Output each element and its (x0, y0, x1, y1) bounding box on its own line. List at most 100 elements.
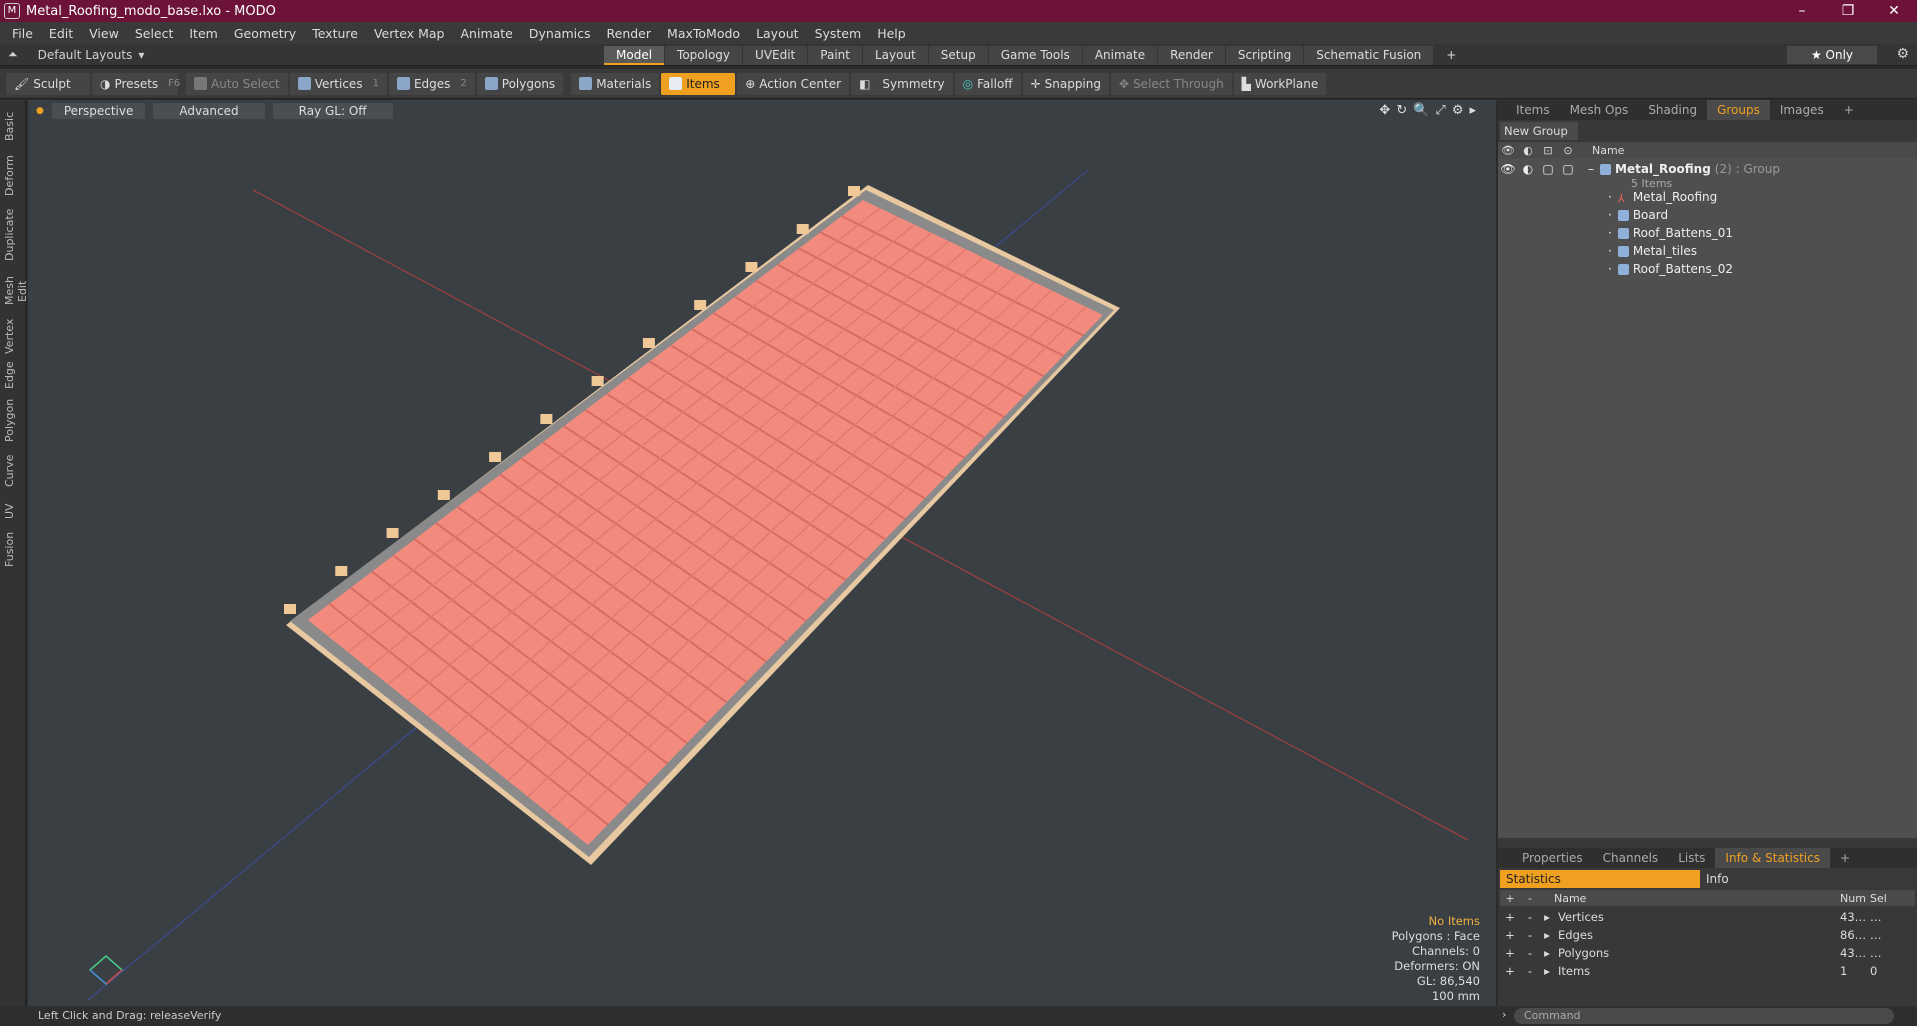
new-group-button[interactable]: New Group (1500, 122, 1578, 140)
remove-icon[interactable]: - (1520, 946, 1540, 960)
menu-item-maxtomodo[interactable]: MaxToModo (659, 26, 748, 41)
tab-game-tools[interactable]: Game Tools (988, 45, 1082, 65)
tab-render[interactable]: Render (1158, 45, 1225, 65)
menu-item-file[interactable]: File (4, 26, 41, 41)
panel-tab-add[interactable]: + (1834, 100, 1864, 120)
panel-tab-groups[interactable]: Groups (1707, 100, 1770, 120)
panel-tab-images[interactable]: Images (1770, 100, 1834, 120)
panel-tab-shading[interactable]: Shading (1638, 100, 1707, 120)
symmetry-button[interactable]: ◧ Symmetry (851, 72, 953, 95)
add-icon[interactable]: + (1500, 946, 1520, 960)
add-icon[interactable]: + (1500, 910, 1520, 924)
tab-animate[interactable]: Animate (1082, 45, 1158, 65)
fit-icon[interactable]: ⤢ (1435, 103, 1445, 118)
menu-item-system[interactable]: System (807, 26, 870, 41)
items-button[interactable]: Items (661, 72, 736, 95)
left-tab-uv[interactable]: UV (3, 498, 23, 524)
stats-row[interactable]: + - ▸ Vertices 43…… (1500, 908, 1915, 926)
tab-setup[interactable]: Setup (928, 45, 988, 65)
panel-tab-items[interactable]: Items (1506, 100, 1560, 120)
left-tab-vertex[interactable]: Vertex (3, 318, 23, 354)
menu-item-view[interactable]: View (81, 26, 127, 41)
tab-schematic-fusion[interactable]: Schematic Fusion (1304, 45, 1434, 65)
close-icon[interactable]: ✕ (1871, 0, 1917, 22)
raygl-button[interactable]: Ray GL: Off (272, 103, 393, 119)
tab-topology[interactable]: Topology (665, 45, 743, 65)
expand-arrow-icon[interactable]: ▸ (1540, 946, 1554, 960)
tab-model[interactable]: Model (604, 45, 665, 65)
menu-item-select[interactable]: Select (127, 26, 182, 41)
left-tab-mesh-edit[interactable]: Mesh Edit (3, 266, 29, 316)
workplane-button[interactable]: ▙ WorkPlane (1233, 72, 1327, 95)
minimize-icon[interactable]: – (1779, 0, 1825, 22)
left-tab-basic[interactable]: Basic (3, 106, 23, 146)
group-child-row[interactable]: · Roof_Battens_01 (1498, 224, 1917, 242)
group-child-row[interactable]: · Metal_tiles (1498, 242, 1917, 260)
roof-model[interactable] (284, 185, 1120, 865)
group-child-row[interactable]: · Roof_Battens_02 (1498, 260, 1917, 278)
left-tab-edge[interactable]: Edge (3, 356, 23, 394)
menu-item-item[interactable]: Item (181, 26, 225, 41)
stats-row[interactable]: + - ▸ Polygons 43…… (1500, 944, 1915, 962)
action-center-button[interactable]: ⊕ Action Center (737, 72, 850, 95)
menu-item-edit[interactable]: Edit (41, 26, 81, 41)
viewport-expand-icon[interactable]: ▸ (1469, 103, 1476, 118)
bottom-tab-properties[interactable]: Properties (1512, 848, 1593, 868)
viewport-menu-icon[interactable]: ● (36, 106, 44, 116)
layout-selector[interactable]: ⏶ Default Layouts ▾ (8, 47, 144, 62)
zoom-icon[interactable]: 🔍 (1413, 103, 1429, 118)
maximize-icon[interactable]: ❐ (1825, 0, 1871, 22)
tab-paint[interactable]: Paint (808, 45, 862, 65)
perspective-button[interactable]: Perspective (51, 103, 146, 119)
statistics-tab[interactable]: Statistics (1500, 870, 1700, 888)
tab-layout[interactable]: Layout (862, 45, 928, 65)
menu-item-layout[interactable]: Layout (748, 26, 807, 41)
only-button[interactable]: ★ Only (1787, 46, 1877, 64)
select-through-button[interactable]: ✥ Select Through (1111, 72, 1232, 95)
command-input[interactable]: Command (1514, 1008, 1894, 1024)
viewport-canvas[interactable] (28, 100, 1496, 1006)
falloff-button[interactable]: ◎ Falloff (954, 72, 1021, 95)
menu-item-help[interactable]: Help (869, 26, 914, 41)
group-child-row[interactable]: · Board (1498, 206, 1917, 224)
bottom-tab-[interactable]: + (1830, 848, 1860, 868)
shading-button[interactable]: Advanced (153, 103, 265, 119)
left-tab-deform[interactable]: Deform (3, 148, 23, 204)
menu-item-texture[interactable]: Texture (304, 26, 366, 41)
pan-icon[interactable]: ✥ (1379, 103, 1390, 118)
menu-item-dynamics[interactable]: Dynamics (521, 26, 599, 41)
edges-button[interactable]: Edges 2 (388, 72, 475, 95)
group-child-row[interactable]: · ⅄ Metal_Roofing (1498, 188, 1917, 206)
expand-arrow-icon[interactable]: ▸ (1540, 910, 1554, 924)
left-tab-curve[interactable]: Curve (3, 446, 23, 496)
remove-icon[interactable]: - (1520, 928, 1540, 942)
left-tab-polygon[interactable]: Polygon (3, 396, 23, 444)
collapse-arrow-icon[interactable]: ⏶ (8, 47, 18, 62)
vertices-button[interactable]: Vertices 1 (289, 72, 387, 95)
add-icon[interactable]: + (1500, 964, 1520, 978)
left-tab-fusion[interactable]: Fusion (3, 526, 23, 572)
add-icon[interactable]: + (1500, 928, 1520, 942)
menu-item-geometry[interactable]: Geometry (226, 26, 304, 41)
gear-icon[interactable]: ⚙ (1896, 46, 1909, 62)
stats-row[interactable]: + - ▸ Edges 86…… (1500, 926, 1915, 944)
sculpt-button[interactable]: 🖌 Sculpt (6, 72, 90, 95)
menu-item-vertex-map[interactable]: Vertex Map (366, 26, 453, 41)
bottom-tab-lists[interactable]: Lists (1668, 848, 1715, 868)
panel-tab-mesh-ops[interactable]: Mesh Ops (1560, 100, 1639, 120)
tab-scripting[interactable]: Scripting (1225, 45, 1304, 65)
left-tab-duplicate[interactable]: Duplicate (3, 206, 23, 264)
expand-arrow-icon[interactable]: ▸ (1540, 928, 1554, 942)
viewport-gear-icon[interactable]: ⚙ (1452, 103, 1464, 118)
bottom-tab-channels[interactable]: Channels (1593, 848, 1669, 868)
bottom-tab-info-statistics[interactable]: Info & Statistics (1715, 848, 1830, 868)
auto-select-button[interactable]: Auto Select (186, 72, 288, 95)
polygons-button[interactable]: Polygons (476, 72, 564, 95)
presets-button[interactable]: ◑ Presets F6 (92, 72, 180, 95)
snapping-button[interactable]: ✛ Snapping (1022, 72, 1109, 95)
rotate-icon[interactable]: ↻ (1396, 103, 1407, 118)
materials-button[interactable]: Materials (571, 72, 660, 95)
menu-item-render[interactable]: Render (599, 26, 660, 41)
menu-item-animate[interactable]: Animate (453, 26, 521, 41)
remove-icon[interactable]: - (1520, 910, 1540, 924)
